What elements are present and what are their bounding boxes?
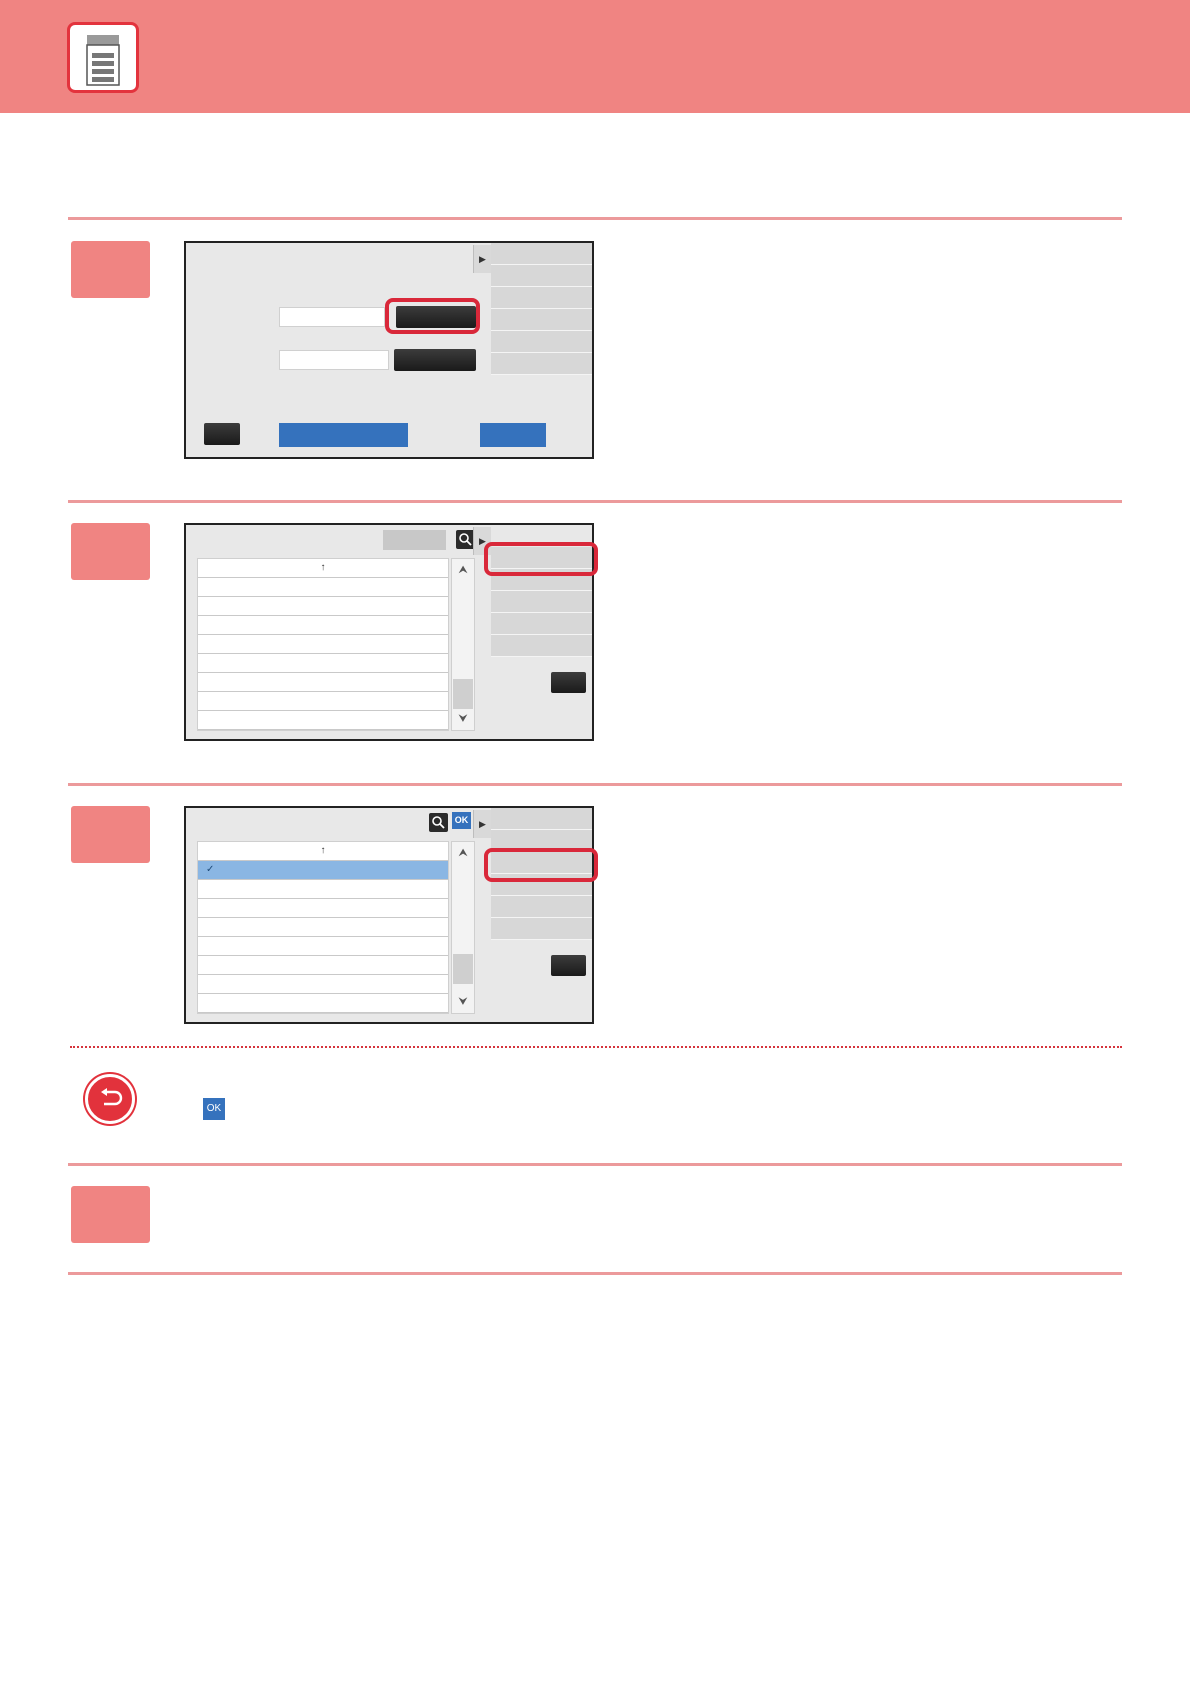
highlight-ring bbox=[484, 848, 598, 882]
list-item[interactable] bbox=[198, 673, 448, 692]
action-panel-item[interactable] bbox=[491, 896, 592, 918]
text-field[interactable] bbox=[279, 307, 385, 327]
section-rule bbox=[68, 217, 1122, 220]
action-panel-item[interactable] bbox=[491, 243, 592, 265]
section-rule bbox=[68, 1163, 1122, 1166]
list-item[interactable] bbox=[198, 616, 448, 635]
ok-button[interactable]: OK bbox=[452, 812, 471, 829]
screen-step-3: OK ▶ ↑ ✓ ⮝ ⮟ bbox=[184, 806, 594, 1024]
step-2-marker bbox=[71, 523, 150, 580]
list-item[interactable] bbox=[198, 597, 448, 616]
ok-icon: OK bbox=[203, 1098, 225, 1120]
scroll-thumb[interactable] bbox=[453, 679, 473, 709]
highlight-ring bbox=[385, 298, 480, 334]
action-panel bbox=[491, 243, 592, 376]
list-item[interactable] bbox=[198, 880, 448, 899]
action-panel-item[interactable] bbox=[491, 265, 592, 287]
file-list: ↑ ✓ bbox=[197, 841, 449, 1014]
action-panel-item[interactable] bbox=[491, 353, 592, 375]
list-scrollbar[interactable]: ⮝ ⮟ bbox=[451, 558, 475, 731]
list-item[interactable] bbox=[198, 918, 448, 937]
action-panel-item[interactable] bbox=[491, 808, 592, 830]
list-item[interactable] bbox=[198, 692, 448, 711]
back-arrow-icon bbox=[85, 1074, 135, 1124]
list-item[interactable] bbox=[198, 956, 448, 975]
action-button[interactable] bbox=[279, 423, 408, 447]
list-item[interactable] bbox=[198, 937, 448, 956]
action-panel-item[interactable] bbox=[491, 613, 592, 635]
back-button[interactable] bbox=[551, 955, 586, 976]
list-item[interactable] bbox=[198, 711, 448, 730]
step-3-marker bbox=[71, 806, 150, 863]
copier-icon bbox=[67, 22, 139, 93]
panel-toggle-button[interactable]: ▶ bbox=[473, 810, 491, 838]
step-1-marker bbox=[71, 241, 150, 298]
header-band bbox=[0, 0, 1190, 113]
scroll-thumb[interactable] bbox=[453, 954, 473, 984]
list-scrollbar[interactable]: ⮝ ⮟ bbox=[451, 841, 475, 1014]
panel-toggle-button[interactable]: ▶ bbox=[473, 245, 491, 273]
back-button[interactable] bbox=[551, 672, 586, 693]
back-button[interactable] bbox=[204, 423, 240, 445]
list-item[interactable] bbox=[198, 635, 448, 654]
section-rule bbox=[68, 1272, 1122, 1275]
list-header[interactable]: ↑ bbox=[198, 559, 448, 578]
file-list: ↑ bbox=[197, 558, 449, 731]
search-field[interactable] bbox=[383, 530, 446, 550]
section-rule bbox=[68, 783, 1122, 786]
step-4-marker bbox=[71, 1186, 150, 1243]
start-button[interactable] bbox=[480, 423, 546, 447]
browse-button[interactable] bbox=[394, 349, 476, 371]
list-header[interactable]: ↑ bbox=[198, 842, 448, 861]
list-item[interactable] bbox=[198, 654, 448, 673]
list-item[interactable] bbox=[198, 994, 448, 1013]
action-panel-item[interactable] bbox=[491, 287, 592, 309]
scroll-up-icon[interactable]: ⮝ bbox=[452, 559, 474, 581]
action-panel-item[interactable] bbox=[491, 331, 592, 353]
highlight-ring bbox=[484, 542, 598, 576]
list-item[interactable] bbox=[198, 578, 448, 597]
action-panel-item[interactable] bbox=[491, 635, 592, 657]
scroll-down-icon[interactable]: ⮟ bbox=[452, 708, 474, 730]
screen-step-1: ▶ bbox=[184, 241, 594, 459]
section-rule bbox=[68, 500, 1122, 503]
text-field[interactable] bbox=[279, 350, 389, 370]
list-item[interactable] bbox=[198, 899, 448, 918]
list-item-selected[interactable]: ✓ bbox=[198, 861, 448, 880]
action-panel-item[interactable] bbox=[491, 309, 592, 331]
scroll-up-icon[interactable]: ⮝ bbox=[452, 842, 474, 864]
search-icon[interactable] bbox=[429, 813, 448, 832]
action-panel-item[interactable] bbox=[491, 918, 592, 940]
note-divider bbox=[70, 1046, 1122, 1048]
action-panel-item[interactable] bbox=[491, 591, 592, 613]
list-item[interactable] bbox=[198, 975, 448, 994]
scroll-down-icon[interactable]: ⮟ bbox=[452, 991, 474, 1013]
